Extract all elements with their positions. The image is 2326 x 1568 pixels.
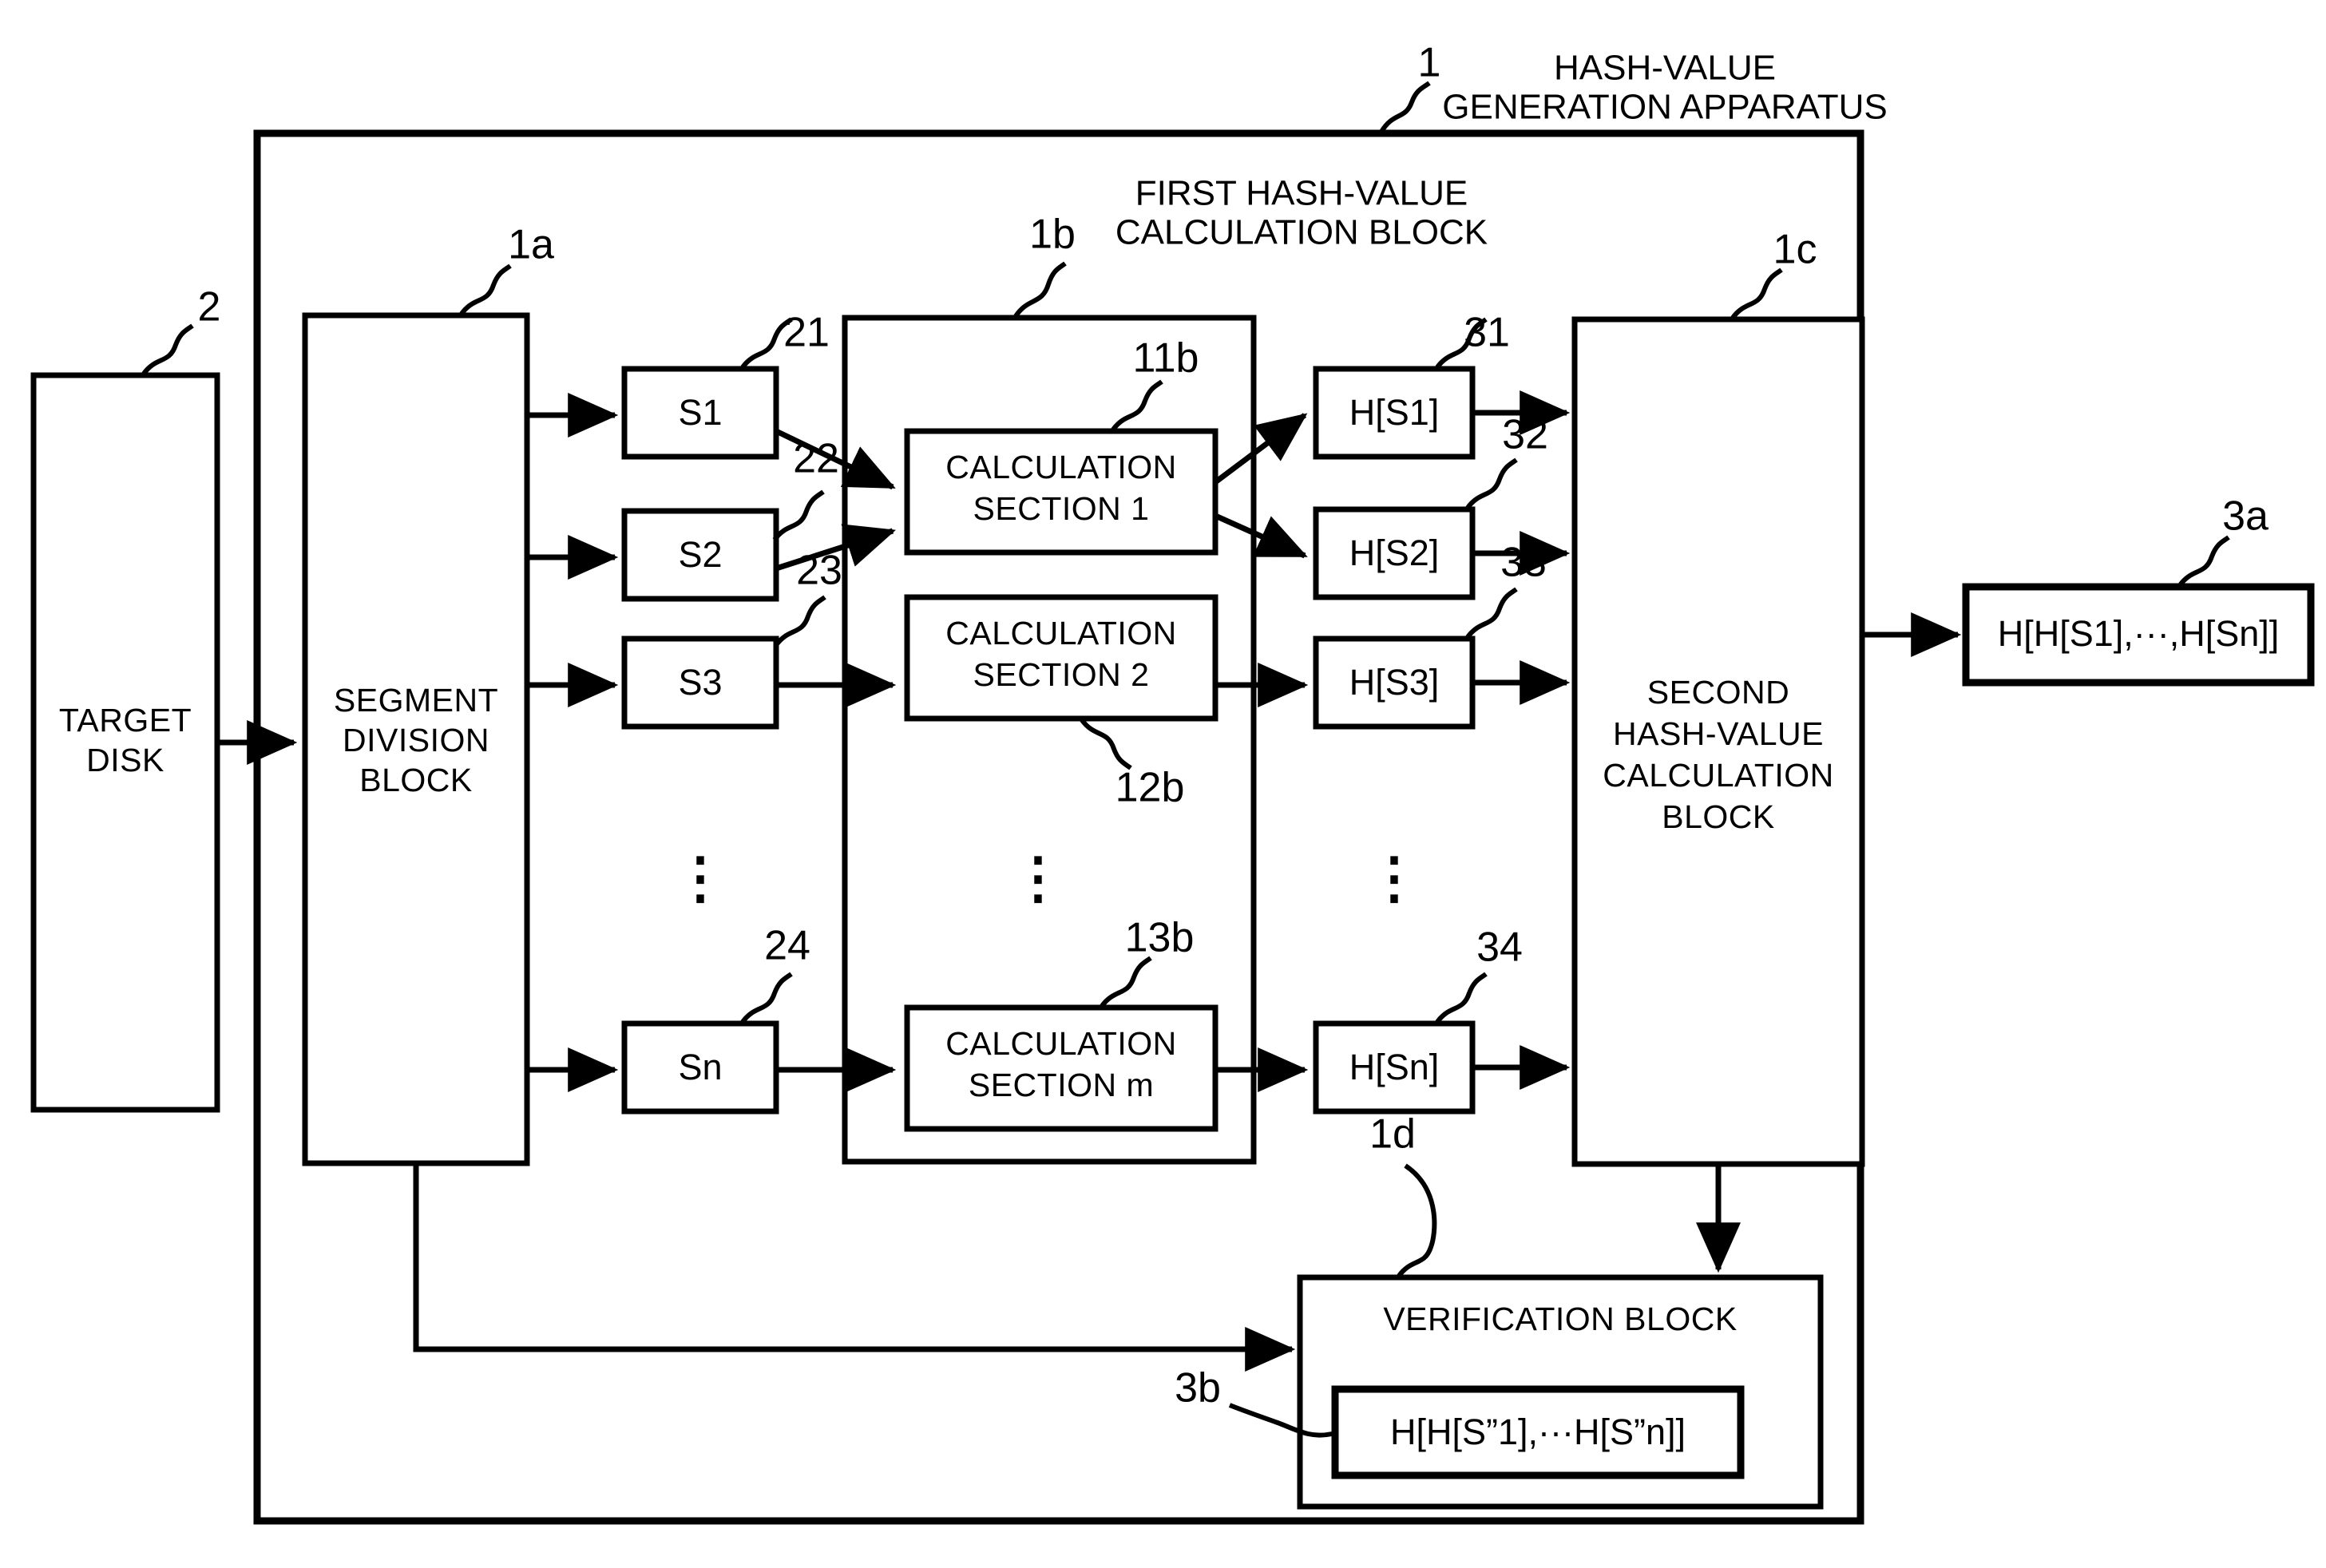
stored-hash-ref: 3b <box>1175 1365 1221 1412</box>
hash-label-hs1: H[S1] <box>1349 392 1440 433</box>
calculation-section-1-ref: 11b <box>1133 335 1199 382</box>
patent-block-diagram: 1 HASH-VALUE GENERATION APPARATUS 2 TARG… <box>30 40 2315 1525</box>
second-hash-block-label-line3: CALCULATION <box>1603 757 1834 794</box>
calculation-section-m-label-line2: SECTION m <box>969 1067 1154 1103</box>
segment-ref-21: 21 <box>783 310 830 356</box>
hash-ref-32: 32 <box>1502 412 1548 458</box>
calculation-column-ellipsis: ⋮ <box>1010 846 1066 909</box>
calculation-section-m-ref: 13b <box>1125 915 1195 961</box>
first-hash-block-title-line2: CALCULATION BLOCK <box>1115 213 1488 252</box>
segment-ref-24: 24 <box>764 923 810 969</box>
hash-ref-31: 31 <box>1464 310 1510 356</box>
second-hash-block-label-line1: SECOND <box>1647 674 1789 711</box>
calculation-section-2-label-line1: CALCULATION <box>945 615 1177 651</box>
output-hash-ref: 3a <box>2222 493 2269 540</box>
target-disk-ref: 2 <box>198 284 221 331</box>
calculation-section-1-label-line2: SECTION 1 <box>973 490 1150 527</box>
segment-label-sn: Sn <box>678 1047 722 1087</box>
verification-block-ref: 1d <box>1369 1111 1416 1158</box>
target-disk-label-line2: DISK <box>86 742 164 778</box>
hash-label-hs3: H[S3] <box>1349 662 1440 703</box>
second-hash-block-label-line4: BLOCK <box>1662 798 1775 835</box>
calculation-section-2-label-line2: SECTION 2 <box>973 656 1150 693</box>
segment-label-s2: S2 <box>678 534 722 575</box>
segment-division-label-line2: DIVISION <box>343 722 489 758</box>
first-hash-block-title-line1: FIRST HASH-VALUE <box>1135 174 1468 213</box>
calculation-section-m-label-line1: CALCULATION <box>945 1025 1177 1062</box>
second-hash-block-label-line2: HASH-VALUE <box>1613 715 1824 752</box>
verification-block-label: VERIFICATION BLOCK <box>1383 1301 1737 1337</box>
segment-division-label-line3: BLOCK <box>359 762 473 798</box>
hash-ref-33: 33 <box>1500 540 1547 586</box>
target-disk-label-line1: TARGET <box>59 702 192 738</box>
calculation-section-1-label-line1: CALCULATION <box>945 449 1177 485</box>
apparatus-title-line2: GENERATION APPARATUS <box>1442 88 1887 127</box>
apparatus-leader-line <box>1379 81 1431 133</box>
hash-ref-34: 34 <box>1476 925 1523 971</box>
hash-column-ellipsis: ⋮ <box>1366 846 1422 909</box>
hash-label-hs2: H[S2] <box>1349 533 1440 573</box>
segment-division-ref: 1a <box>508 222 554 268</box>
segment-label-s1: S1 <box>678 392 722 433</box>
segment-column-ellipsis: ⋮ <box>672 846 728 909</box>
second-hash-block-ref: 1c <box>1773 227 1817 273</box>
segment-division-label-line1: SEGMENT <box>334 682 498 719</box>
output-hash-label: H[H[S1],···,H[Sn]] <box>1998 613 2280 654</box>
first-hash-block-ref: 1b <box>1029 212 1076 258</box>
stored-hash-label: H[H[S”1],···H[S”n]] <box>1390 1412 1686 1452</box>
segment-label-s3: S3 <box>678 662 722 703</box>
figure-canvas: 1 HASH-VALUE GENERATION APPARATUS 2 TARG… <box>0 0 2326 1568</box>
apparatus-ref: 1 <box>1418 40 1441 86</box>
target-disk-leader-line <box>141 323 194 375</box>
output-hash-leader-line <box>2177 535 2230 587</box>
apparatus-title-line1: HASH-VALUE <box>1554 49 1776 88</box>
calculation-section-2-ref: 12b <box>1115 765 1185 811</box>
hash-label-hsn: H[Sn] <box>1349 1047 1440 1087</box>
